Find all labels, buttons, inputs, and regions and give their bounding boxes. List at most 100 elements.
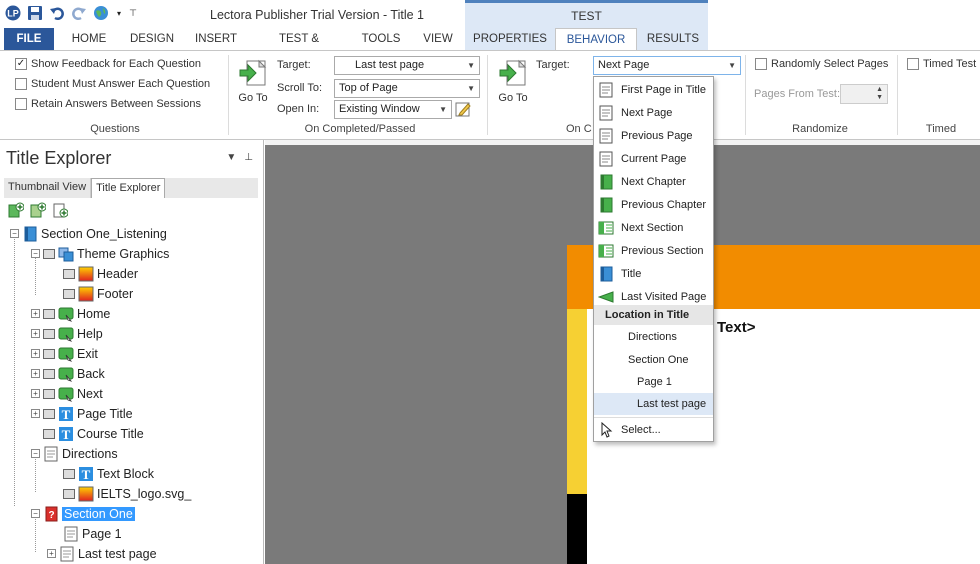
open-in-select[interactable]: Existing Window ▼: [334, 100, 452, 119]
tree-node-footer[interactable]: Footer: [51, 284, 133, 303]
undo-icon[interactable]: [48, 4, 66, 22]
customize-qat-icon[interactable]: ⊤: [128, 4, 138, 22]
tree-node-directions[interactable]: − Directions: [31, 444, 118, 463]
tree-node-back[interactable]: + Back: [31, 364, 105, 383]
visibility-toggle[interactable]: [43, 248, 55, 259]
tab-properties[interactable]: PROPERTIES: [472, 28, 548, 50]
expand-icon[interactable]: +: [31, 409, 40, 418]
tree-node-home[interactable]: + Home: [31, 304, 110, 323]
visibility-toggle[interactable]: [43, 388, 55, 399]
menu-item-next-section[interactable]: Next Section: [594, 217, 713, 239]
visibility-toggle[interactable]: [63, 288, 75, 299]
menu-item-current-page[interactable]: Current Page: [594, 148, 713, 170]
app-logo-icon[interactable]: LP: [4, 4, 22, 22]
visibility-toggle[interactable]: [63, 468, 75, 479]
menu-item-select[interactable]: Select...: [594, 419, 713, 441]
timed-test-checkbox[interactable]: [907, 58, 919, 70]
save-icon[interactable]: [26, 4, 44, 22]
tab-test-survey[interactable]: TEST & SURVEY: [254, 28, 344, 67]
retain-answers-option[interactable]: Retain Answers Between Sessions: [15, 98, 201, 110]
tab-view[interactable]: VIEW: [418, 28, 458, 50]
tree-node-exit[interactable]: + Exit: [31, 344, 98, 363]
window-title: Lectora Publisher Trial Version - Title …: [210, 8, 424, 22]
tree-node-header[interactable]: Header: [51, 264, 138, 283]
retain-answers-checkbox[interactable]: [15, 98, 27, 110]
show-feedback-option[interactable]: ✓ Show Feedback for Each Question: [15, 58, 201, 70]
tab-title-explorer[interactable]: Title Explorer: [91, 178, 166, 198]
must-answer-checkbox[interactable]: [15, 78, 27, 90]
panel-menu-icon[interactable]: ▼: [226, 152, 236, 163]
must-answer-option[interactable]: Student Must Answer Each Question: [15, 78, 210, 90]
random-select-checkbox[interactable]: [755, 58, 767, 70]
show-feedback-checkbox[interactable]: ✓: [15, 58, 27, 70]
redo-icon[interactable]: [70, 4, 88, 22]
menu-item-first-page[interactable]: First Page in Title: [594, 79, 713, 101]
menu-item-page-1[interactable]: Page 1: [594, 371, 713, 393]
tab-behavior[interactable]: BEHAVIOR: [555, 28, 637, 50]
completed-target-select[interactable]: Last test page ▼: [334, 56, 480, 75]
tree-node-section-one[interactable]: − ? Section One: [31, 504, 135, 523]
visibility-toggle[interactable]: [63, 488, 75, 499]
add-page-icon[interactable]: [52, 202, 68, 218]
tab-file[interactable]: FILE: [4, 28, 54, 50]
menu-item-previous-section[interactable]: Previous Section: [594, 240, 713, 262]
menu-item-previous-chapter[interactable]: Previous Chapter: [594, 194, 713, 216]
visibility-toggle[interactable]: [43, 368, 55, 379]
tab-results[interactable]: RESULTS: [644, 28, 702, 50]
tree-node-help[interactable]: + Help: [31, 324, 103, 343]
visibility-toggle[interactable]: [43, 308, 55, 319]
page-text-block[interactable]: Text>: [717, 319, 756, 336]
visibility-toggle[interactable]: [43, 348, 55, 359]
tree-node-page-title[interactable]: + T Page Title: [31, 404, 133, 423]
tree-node-page-1[interactable]: Page 1: [51, 524, 122, 543]
qat-dropdown-icon[interactable]: ▾: [114, 4, 124, 22]
tree-node-text-block[interactable]: T Text Block: [51, 464, 154, 483]
tab-tools[interactable]: TOOLS: [358, 28, 404, 50]
menu-item-section-one[interactable]: Section One: [594, 349, 713, 371]
tree-node-next[interactable]: + Next: [31, 384, 103, 403]
tree-node-title[interactable]: − Section One_Listening: [10, 224, 167, 243]
scroll-to-select[interactable]: Top of Page ▼: [334, 79, 480, 98]
add-section-icon[interactable]: [30, 202, 46, 218]
goto-button-second[interactable]: Go To: [496, 59, 530, 104]
menu-item-last-test-page[interactable]: Last test page: [594, 393, 713, 415]
expand-icon[interactable]: +: [31, 309, 40, 318]
expand-icon[interactable]: +: [31, 369, 40, 378]
tab-insert[interactable]: INSERT: [192, 28, 240, 50]
tab-thumbnail-view[interactable]: Thumbnail View: [4, 178, 92, 198]
menu-item-previous-page[interactable]: Previous Page: [594, 125, 713, 147]
tree-node-course-title[interactable]: T Course Title: [31, 424, 144, 443]
collapse-icon[interactable]: −: [10, 229, 19, 238]
visibility-toggle[interactable]: [43, 328, 55, 339]
expand-icon[interactable]: +: [47, 549, 56, 558]
globe-icon[interactable]: [92, 4, 110, 22]
tree-node-last-test-page[interactable]: + Last test page: [47, 544, 157, 563]
menu-item-next-page[interactable]: Next Page: [594, 102, 713, 124]
pages-from-test-spinner[interactable]: ▲ ▼: [840, 84, 888, 104]
pin-icon[interactable]: ⊥: [244, 152, 253, 163]
button-icon: [58, 327, 74, 342]
button-icon: [58, 367, 74, 382]
random-select-option[interactable]: Randomly Select Pages: [755, 58, 888, 70]
menu-item-title[interactable]: Title: [594, 263, 713, 285]
tree-node-theme-graphics[interactable]: − Theme Graphics: [31, 244, 169, 263]
tree-node-ielts-logo[interactable]: IELTS_logo.svg_: [51, 484, 191, 503]
edit-window-icon[interactable]: [455, 100, 471, 121]
timed-test-option[interactable]: Timed Test: [907, 58, 976, 70]
tab-design[interactable]: DESIGN: [126, 28, 178, 50]
visibility-toggle[interactable]: [43, 408, 55, 419]
expand-icon[interactable]: +: [31, 349, 40, 358]
expand-icon[interactable]: +: [31, 389, 40, 398]
collapse-icon[interactable]: −: [31, 449, 40, 458]
collapse-icon[interactable]: −: [31, 509, 40, 518]
visibility-toggle[interactable]: [63, 268, 75, 279]
tab-home[interactable]: HOME: [66, 28, 112, 50]
goto-button-completed[interactable]: Go To: [236, 59, 270, 104]
visibility-toggle[interactable]: [43, 428, 55, 439]
menu-item-next-chapter[interactable]: Next Chapter: [594, 171, 713, 193]
collapse-icon[interactable]: −: [31, 249, 40, 258]
menu-item-directions[interactable]: Directions: [594, 326, 713, 348]
add-chapter-icon[interactable]: [8, 202, 24, 218]
expand-icon[interactable]: +: [31, 329, 40, 338]
second-target-select[interactable]: Next Page ▼: [593, 56, 741, 75]
